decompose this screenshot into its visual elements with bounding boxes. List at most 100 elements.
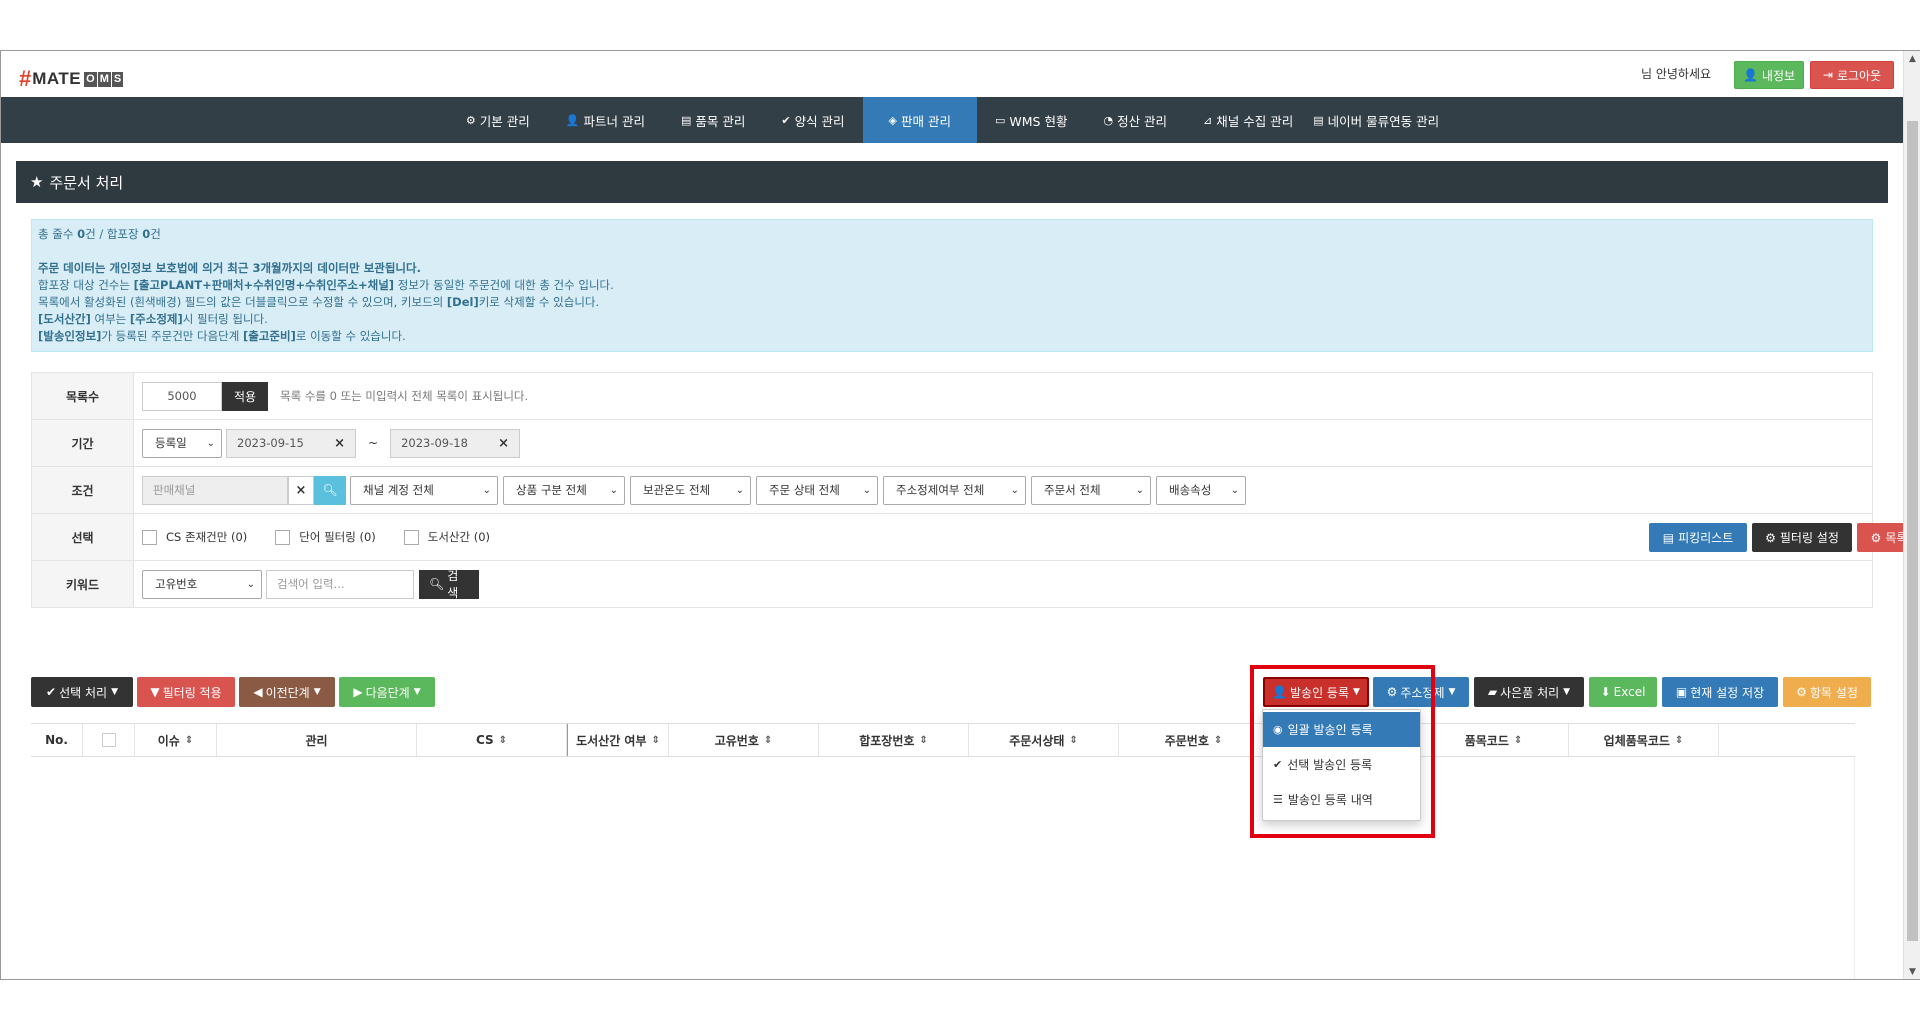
keyword-input[interactable]: 검색어 입력... [266,569,414,599]
save-settings-button[interactable]: ▣ 현재 설정 저장 [1662,677,1778,707]
date-from-input[interactable]: 2023-09-15 × [226,428,356,458]
chevron-down-icon: ⌄ [206,437,215,449]
date-to-input[interactable]: 2023-09-18 × [390,428,521,458]
channel-search-button[interactable]: 🔍︎ [314,475,346,505]
column-label: 주문번호 [1164,733,1209,748]
logout-label: 로그아웃 [1836,68,1882,83]
channel-account-select[interactable]: 채널 계정 전체 ⌄ [350,475,498,505]
logo[interactable]: # MATE O M S [19,66,124,91]
nav-wms[interactable]: ▭ WMS 현황 [977,97,1085,143]
column-label: 주문서상태 [1009,733,1065,748]
table-body [31,757,1855,979]
select-process-button[interactable]: ✔ 선택 처리 ▼ [31,677,133,707]
col-vendor-item-code[interactable]: 업체품목코드 ⇕ [1569,724,1719,756]
product-type-select[interactable]: 상품 구분 전체 ⌄ [503,475,625,505]
storage-temp-select[interactable]: 보관온도 전체 ⌄ [630,475,751,505]
cs-only-checkbox[interactable]: CS 존재건만 (0) [142,529,247,545]
col-issue[interactable]: 이슈 ⇕ [135,724,217,756]
order-sheet-select[interactable]: 주문서 전체 ⌄ [1031,475,1151,505]
nav-label: 정산 관리 [1117,113,1168,129]
filter-label: 선택 [32,514,134,560]
excel-button[interactable]: ⬇ Excel [1589,677,1657,707]
scroll-down-icon[interactable]: ▼ [1904,964,1920,979]
scroll-thumb[interactable] [1907,121,1918,941]
prev-step-button[interactable]: ◀ 이전단계 ▼ [239,677,335,707]
sort-icon: ⇕ [1674,734,1684,746]
col-select-all[interactable] [83,724,135,756]
col-manage[interactable]: 관리 [217,724,417,756]
info-text: 정보가 동일한 주문건에 대한 총 건수 입니다. [394,278,614,292]
col-order-no[interactable]: 주문번호 ⇕ [1119,724,1269,756]
nav-sales[interactable]: ◈ 판매 관리 [862,97,977,143]
nav-partner[interactable]: 👤 파트너 관리 [548,97,663,143]
gift-process-button[interactable]: ▰ 사은품 처리 ▼ [1474,677,1584,707]
nav-basic[interactable]: ⚙ 기본 관리 [448,97,548,143]
check-icon: ✔ [781,113,791,127]
column-label: 고유번호 [714,733,759,748]
col-order-status[interactable]: 주문서상태 ⇕ [969,724,1119,756]
checkbox-box[interactable] [403,529,419,545]
chevron-down-icon: ⌄ [609,484,618,496]
filter-setting-button[interactable]: ⚙ 필터링 설정 [1752,523,1852,552]
col-no[interactable]: No. [31,724,83,756]
col-cs[interactable]: CS ⇕ [417,724,567,756]
logout-button[interactable]: ⇥ 로그아웃 [1810,61,1894,89]
address-refine-select[interactable]: 주소정제여부 전체 ⌄ [883,475,1026,505]
info-text: [주소정제] [129,312,183,326]
keyword-type-select[interactable]: 고유번호 ⌄ [142,569,262,599]
button-label: 항목 설정 [1809,685,1858,700]
rss-icon: ⊿ [1203,113,1213,127]
col-unique-no[interactable]: 고유번호 ⇕ [669,724,819,756]
next-step-button[interactable]: ▶ 다음단계 ▼ [339,677,435,707]
order-status-select[interactable]: 주문 상태 전체 ⌄ [756,475,878,505]
col-remote-area[interactable]: 도서산간 여부 ⇕ [567,724,669,756]
nav-settlement[interactable]: ◔ 정산 관리 [1085,97,1185,143]
logo-oms-m: M [97,71,111,87]
nav-form[interactable]: ✔ 양식 관리 [763,97,862,143]
caret-down-icon: ▼ [111,687,118,697]
gear-icon: ⚙ [465,113,476,127]
apply-button[interactable]: 적용 [222,381,268,411]
search-icon: 🔍︎ [429,577,445,591]
info-text: [Del] [446,295,479,309]
action-bar: ✔ 선택 처리 ▼ ▼ 필터링 적용 ◀ 이전단계 ▼ ▶ 다음단계 ▼ 👤 발송인 등록 ▼ ⚙… [31,677,1873,707]
picking-list-button[interactable]: ▤ 피킹리스트 [1649,523,1747,552]
filter-icon: ▼ [150,685,160,699]
my-info-label: 내정보 [1761,68,1796,83]
nav-naver[interactable]: ▤ 네이버 물류연동 관리 [1311,97,1457,143]
period-type-select[interactable]: 등록일 ⌄ [142,428,222,458]
user-icon: 👤 [565,113,580,127]
delivery-attr-select[interactable]: 배송속성 ⌄ [1156,475,1246,505]
channel-clear-button[interactable]: × [288,475,314,505]
search-button[interactable]: 🔍︎ 검색 [419,569,479,600]
chevron-down-icon: ⌄ [862,484,871,496]
filter-row-select: 선택 CS 존재건만 (0) 단어 필터링 (0) 도서산간 (0) ▤ 피킹리스… [31,514,1920,561]
column-label: 도서산간 여부 [576,733,647,748]
info-text: 건 / 합포장 [85,227,143,241]
clear-icon[interactable]: × [498,436,509,451]
gear-icon: ⚙ [1796,685,1807,699]
list-icon: ▤ [1662,530,1675,545]
filter-apply-button[interactable]: ▼ 필터링 적용 [137,677,235,707]
col-item-code[interactable]: 품목코드 ⇕ [1419,724,1569,756]
list-count-input[interactable]: 5000 [142,381,222,411]
checkbox-box[interactable] [275,529,291,545]
clear-icon[interactable]: × [334,436,345,451]
remote-area-checkbox[interactable]: 도서산간 (0) [403,529,490,545]
item-settings-button[interactable]: ⚙ 항목 설정 [1783,677,1871,707]
select-value: 고유번호 [155,577,198,591]
info-text: 키로 삭제할 수 있습니다. [478,295,600,309]
my-info-button[interactable]: 👤 내정보 [1734,61,1804,89]
select-all-checkbox[interactable] [101,733,116,747]
card-icon: ▭ [995,113,1006,127]
checkbox-box[interactable] [142,529,157,545]
scroll-up-icon[interactable]: ▲ [1904,51,1920,68]
select-value: 채널 계정 전체 [363,483,434,497]
channel-input[interactable]: 판매채널 [142,475,288,505]
col-merge-no[interactable]: 합포장번호 ⇕ [819,724,969,756]
nav-channel[interactable]: ⊿ 채널 수집 관리 [1185,97,1311,143]
nav-item-mgmt[interactable]: ▤ 품목 관리 [663,97,763,143]
logo-oms-s: S [111,71,124,87]
vertical-scrollbar[interactable]: ▲ ▼ [1903,51,1920,979]
word-filter-checkbox[interactable]: 단어 필터링 (0) [275,529,376,545]
